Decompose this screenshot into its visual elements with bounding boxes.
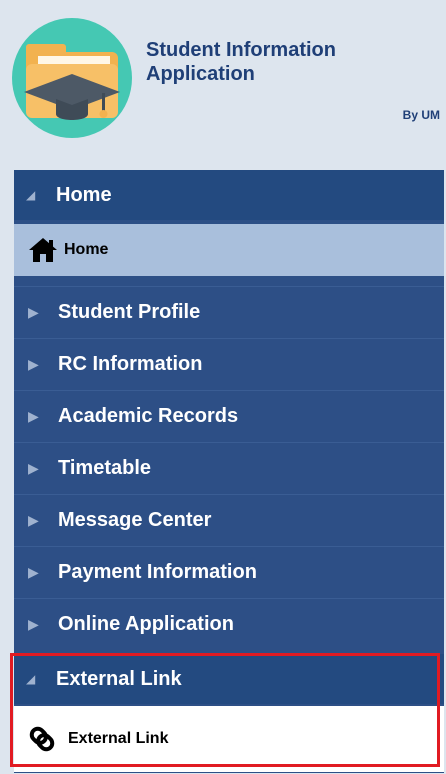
triangle-right-icon: ▶	[28, 459, 39, 476]
menu-item-label: RC Information	[58, 352, 203, 375]
menu-item-external-link[interactable]: External Link	[14, 706, 444, 772]
app-byline: By UM	[402, 108, 440, 122]
menu-item-message-center[interactable]: ▶ Message Center	[14, 494, 444, 545]
menu-item-rc-information[interactable]: ▶ RC Information	[14, 338, 444, 389]
triangle-right-icon: ▶	[28, 407, 39, 424]
menu-item-academic-records[interactable]: ▶ Academic Records	[14, 390, 444, 441]
triangle-right-icon: ▶	[28, 355, 39, 372]
menu-item-label: Student Profile	[58, 300, 201, 323]
menu-item-label: Message Center	[58, 508, 212, 531]
menu-item-label: Timetable	[58, 456, 151, 479]
section-label-home: Home	[56, 183, 112, 206]
app-frame: Student Information Application By UM ◢ …	[0, 0, 446, 774]
menu-item-home[interactable]: Home	[14, 224, 444, 276]
menu-item-label: Academic Records	[58, 404, 239, 427]
menu-item-payment-information[interactable]: ▶ Payment Information	[14, 546, 444, 597]
section-header-home[interactable]: ◢ Home	[14, 170, 444, 220]
menu-item-timetable[interactable]: ▶ Timetable	[14, 442, 444, 493]
home-icon	[26, 233, 60, 267]
app-header: Student Information Application By UM	[0, 0, 446, 168]
triangle-expanded-icon: ◢	[26, 672, 36, 686]
triangle-right-icon: ▶	[28, 563, 39, 580]
menu-item-student-profile[interactable]: ▶ Student Profile	[14, 286, 444, 337]
triangle-right-icon: ▶	[28, 615, 39, 632]
menu-item-label-external-link: External Link	[68, 730, 169, 747]
triangle-expanded-icon: ◢	[26, 188, 36, 202]
sidebar-menu: ◢ Home Home ▶ Student Profile ▶ RC Infor…	[14, 170, 444, 773]
menu-item-online-application[interactable]: ▶ Online Application	[14, 598, 444, 649]
section-label-external-link: External Link	[56, 667, 182, 690]
app-logo	[12, 18, 132, 138]
section-header-external-link[interactable]: ◢ External Link	[14, 654, 444, 704]
app-title: Student Information Application	[146, 39, 336, 85]
triangle-right-icon: ▶	[28, 303, 39, 320]
triangle-right-icon: ▶	[28, 511, 39, 528]
chain-link-icon	[24, 721, 60, 757]
menu-item-label: Payment Information	[58, 560, 257, 583]
menu-item-label: Online Application	[58, 612, 234, 635]
menu-item-label-home: Home	[64, 241, 109, 258]
